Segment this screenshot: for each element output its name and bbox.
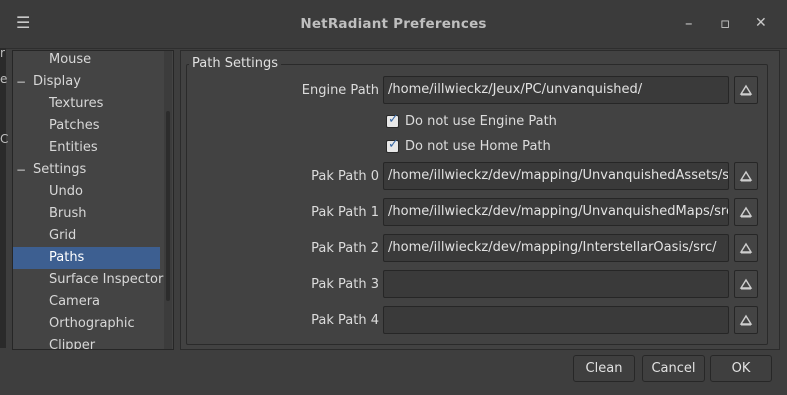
tree-item-entities[interactable]: Entities	[13, 137, 160, 159]
pak-path-0-browse-button[interactable]	[734, 162, 758, 190]
tree-item-grid[interactable]: Grid	[13, 225, 160, 247]
tree-item-undo[interactable]: Undo	[13, 181, 160, 203]
pak-path-2-label: Pak Path 2	[311, 241, 379, 256]
pak-path-3-browse-button[interactable]	[734, 270, 758, 298]
clean-button[interactable]: Clean	[573, 355, 635, 382]
pak-path-0-field[interactable]: /home/illwieckz/dev/mapping/Unvanquished…	[383, 162, 729, 190]
tree-item-label: Undo	[49, 184, 83, 199]
tree-item-label: Entities	[49, 140, 98, 155]
tree-item-label: Orthographic	[49, 316, 135, 331]
path-settings-legend: Path Settings	[189, 56, 282, 71]
background-glyph: C	[0, 132, 9, 146]
engine-path-browse-button[interactable]	[734, 76, 758, 104]
folder-browse-icon	[739, 170, 753, 182]
background-window-strip: r e C	[0, 46, 9, 348]
ok-button[interactable]: OK	[710, 355, 772, 382]
pak-path-4-label: Pak Path 4	[311, 313, 379, 328]
pak-path-3-label: Pak Path 3	[311, 277, 379, 292]
tree-item-label: Settings	[33, 162, 87, 177]
tree-item-surface-inspector[interactable]: Surface Inspector	[13, 269, 164, 291]
pak-path-0-label: Pak Path 0	[311, 169, 379, 184]
folder-browse-icon	[739, 84, 753, 96]
no-home-path-label: Do not use Home Path	[405, 139, 551, 154]
tree-item-label: Clipper	[49, 338, 96, 350]
pak-path-4-browse-button[interactable]	[734, 306, 758, 334]
pak-path-4-field[interactable]	[383, 306, 729, 334]
tree-item-label: Display	[33, 74, 81, 89]
engine-path-field[interactable]: /home/illwieckz/Jeux/PC/unvanquished/	[383, 76, 729, 104]
tree-item-label: Paths	[49, 250, 85, 265]
minimize-icon[interactable]: –	[685, 14, 693, 32]
tree-item-label: Patches	[49, 118, 100, 133]
maximize-icon[interactable]: ▫	[720, 14, 730, 32]
pak-path-1-field[interactable]: /home/illwieckz/dev/mapping/Unvanquished…	[383, 198, 729, 226]
tree-scrollbar[interactable]	[164, 51, 172, 349]
tree-item-clipper[interactable]: Clipper	[13, 335, 160, 350]
tree-item-mouse[interactable]: Mouse	[13, 51, 160, 71]
tree-item-textures[interactable]: Textures	[13, 93, 160, 115]
no-home-path-checkbox[interactable]: ✓	[386, 137, 399, 153]
preferences-tree[interactable]: Mouse − Display Textures Patches Entities…	[12, 50, 174, 350]
cancel-button[interactable]: Cancel	[642, 355, 705, 382]
tree-item-orthographic[interactable]: Orthographic	[13, 313, 160, 335]
tree-item-label: Mouse	[49, 52, 92, 67]
engine-path-label: Engine Path	[301, 83, 379, 98]
window-title: NetRadiant Preferences	[300, 16, 487, 32]
no-engine-path-label: Do not use Engine Path	[405, 114, 557, 129]
close-icon[interactable]: ✕	[755, 14, 767, 32]
title-bar: ☰ NetRadiant Preferences – ▫ ✕	[0, 0, 787, 49]
pak-path-1-browse-button[interactable]	[734, 198, 758, 226]
collapse-icon[interactable]: −	[16, 71, 26, 93]
folder-browse-icon	[739, 278, 753, 290]
pak-path-3-field[interactable]	[383, 270, 729, 298]
folder-browse-icon	[739, 314, 753, 326]
collapse-icon[interactable]: −	[16, 159, 26, 181]
tree-item-patches[interactable]: Patches	[13, 115, 160, 137]
folder-browse-icon	[739, 242, 753, 254]
tree-item-label: Camera	[49, 294, 101, 309]
no-engine-path-checkbox[interactable]: ✓	[386, 112, 399, 128]
tree-item-label: Surface Inspector	[49, 272, 164, 287]
tree-item-display[interactable]: − Display	[13, 71, 160, 93]
preferences-window: ☰ NetRadiant Preferences – ▫ ✕ r e C Mou…	[0, 0, 787, 395]
checkmark-icon: ✓	[388, 112, 399, 127]
checkmark-icon: ✓	[388, 137, 399, 152]
tree-item-label: Textures	[49, 96, 104, 111]
tree-item-camera[interactable]: Camera	[13, 291, 160, 313]
tree-item-brush[interactable]: Brush	[13, 203, 160, 225]
tree-item-label: Grid	[49, 228, 77, 243]
tree-scrollbar-thumb[interactable]	[166, 111, 170, 301]
background-glyph: e	[0, 72, 8, 86]
pak-path-2-browse-button[interactable]	[734, 234, 758, 262]
tree-item-paths[interactable]: Paths	[13, 247, 160, 269]
pak-path-1-label: Pak Path 1	[311, 205, 379, 220]
tree-item-settings[interactable]: − Settings	[13, 159, 160, 181]
pak-path-2-field[interactable]: /home/illwieckz/dev/mapping/Interstellar…	[383, 234, 729, 262]
background-glyph: r	[0, 46, 5, 60]
folder-browse-icon	[739, 206, 753, 218]
tree-item-label: Brush	[49, 206, 87, 221]
